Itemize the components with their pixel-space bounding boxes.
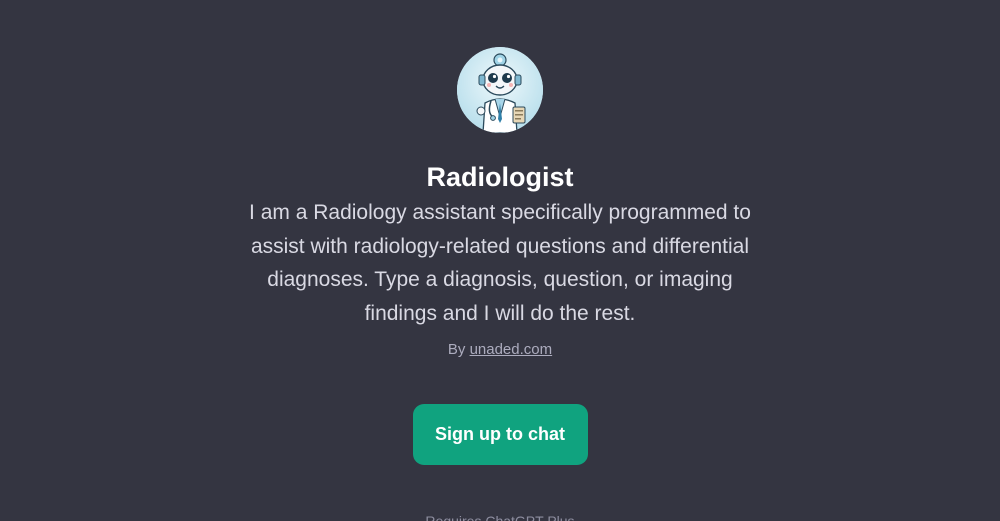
gpt-description: I am a Radiology assistant specifically … bbox=[249, 201, 751, 325]
author-link[interactable]: unaded.com bbox=[470, 341, 553, 358]
gpt-title: Radiologist bbox=[426, 162, 574, 192]
plus-requirement-note: Requires ChatGPT Plus bbox=[425, 513, 575, 521]
gpt-avatar bbox=[457, 47, 543, 133]
gpt-landing-page: Radiologist I am a Radiology assistant s… bbox=[0, 0, 1000, 521]
robot-doctor-avatar-icon bbox=[457, 47, 543, 133]
signup-to-chat-button[interactable]: Sign up to chat bbox=[412, 404, 588, 465]
author-byline: By unaded.com bbox=[448, 340, 552, 360]
byline-prefix: By bbox=[447, 341, 466, 358]
